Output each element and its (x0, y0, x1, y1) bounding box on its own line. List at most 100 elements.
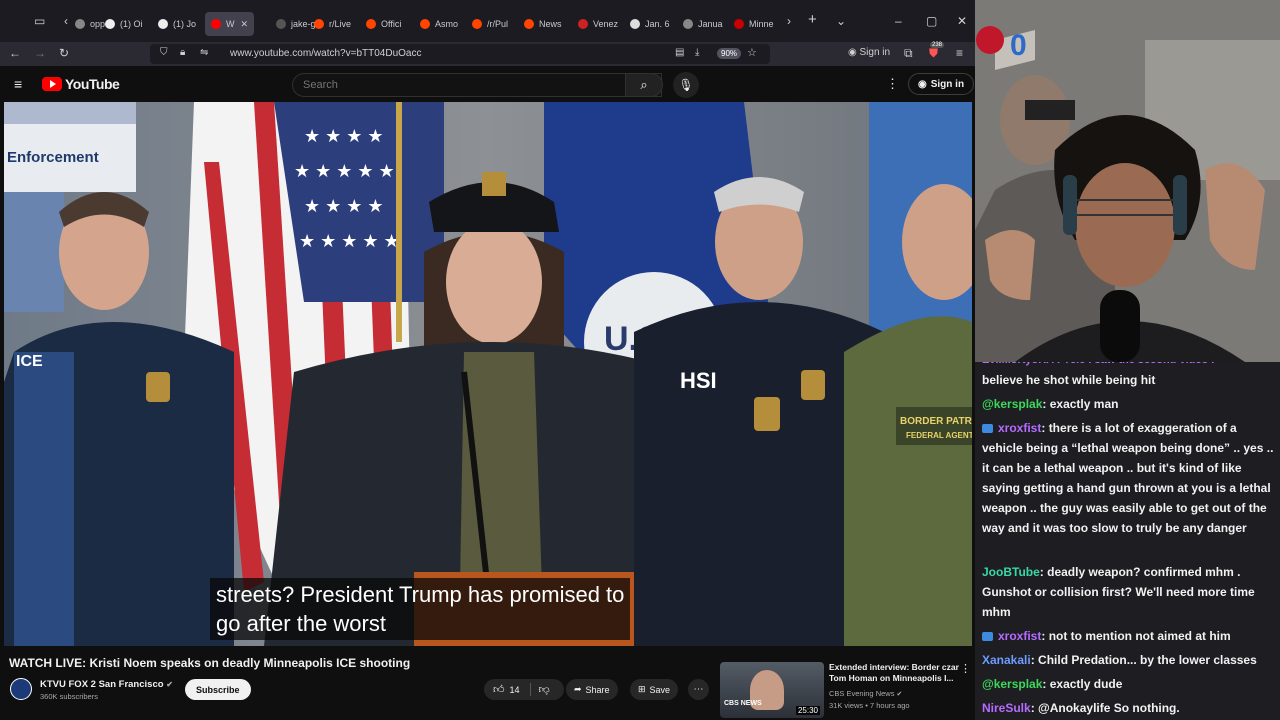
youtube-sign-in-button[interactable]: ◉ Sign in (908, 73, 975, 95)
minimize-icon[interactable]: – (895, 14, 902, 28)
lock-icon[interactable]: 🔒︎ (180, 47, 185, 58)
tab-list-chevron-down-icon[interactable]: ⌄ (836, 14, 846, 28)
recommended-channel[interactable]: CBS Evening News ✔︎ (829, 689, 902, 698)
chat-username[interactable]: JooBTube (982, 565, 1040, 579)
browser-tab[interactable]: (1) Jo (158, 12, 196, 36)
video-duration: 25:30 (795, 706, 820, 715)
close-tab-icon[interactable]: ✕ (241, 19, 249, 30)
border-patrol-text: BORDER PATROL (900, 416, 972, 427)
ublock-icon[interactable]: ⛊ (929, 46, 938, 61)
share-label: Share (585, 684, 610, 695)
channel-name[interactable]: KTVU FOX 2 San Francisco ✔︎ (40, 679, 173, 690)
save-label: Save (649, 684, 671, 695)
address-bar[interactable]: ⛉ 🔒︎ ⇋ www.youtube.com/watch?v=bTT04DuOa… (150, 44, 770, 64)
tab-favicon-icon (630, 19, 640, 29)
browser-tab[interactable]: (1) Oi (105, 12, 143, 36)
zoom-level-badge[interactable]: 90% (717, 48, 742, 59)
tab-favicon-icon (314, 19, 324, 29)
browser-tab[interactable]: Asmo (420, 12, 458, 36)
chat-username[interactable]: @kersplak (982, 677, 1042, 691)
save-button[interactable]: ⊞ Save (630, 679, 679, 700)
tab-favicon-icon (683, 19, 693, 29)
browser-tab-label: News (539, 19, 562, 29)
browser-tab[interactable]: News (524, 12, 562, 36)
thumbs-down-icon[interactable]: 👎︎ (539, 683, 550, 696)
tab-overview-icon[interactable]: ▭ (34, 14, 45, 28)
chat-username[interactable]: Xanakali (982, 653, 1031, 667)
chat-message-text: : @Anokaylife So nothing. (1030, 701, 1180, 715)
hamburger-menu-icon[interactable]: ≡ (956, 46, 963, 60)
tab-favicon-icon (211, 19, 221, 29)
caption-line-2: go after the worst (216, 611, 386, 636)
browser-tab-label: opp (90, 19, 106, 29)
back-arrow-icon[interactable]: ← (9, 46, 21, 60)
shield-icon[interactable]: ⛉ (160, 47, 168, 58)
tab-favicon-icon (524, 19, 534, 29)
bookmark-star-icon[interactable]: ☆ (747, 46, 757, 59)
chat-message: JooBTube: deadly weapon? confirmed mhm .… (982, 562, 1277, 622)
url-text[interactable]: www.youtube.com/watch?v=bTT04DuOacc (230, 48, 421, 59)
browser-sign-in[interactable]: ◉ Sign in (848, 47, 890, 58)
settings-kebab-icon[interactable]: ⋮ (886, 76, 899, 92)
search-box (292, 73, 662, 97)
chat-username[interactable]: NireSulk (982, 701, 1031, 715)
search-button[interactable]: ⌕ (625, 73, 663, 97)
microphone-icon: 🎙︎ (678, 78, 694, 92)
search-input[interactable] (293, 74, 613, 96)
permissions-icon[interactable]: ⇋ (200, 47, 208, 58)
youtube-logo[interactable]: YouTube (42, 76, 120, 92)
share-arrow-icon: ➦ (574, 684, 582, 694)
browser-tab-label: Jan. 6 (645, 19, 670, 29)
live-chat: EvilMortyoRA : Yele I saw the second vid… (975, 362, 1280, 720)
chat-username[interactable]: xroxfist (998, 629, 1041, 643)
browser-tab[interactable]: Offici (366, 12, 401, 36)
video-player[interactable]: Enforcement ★ ★ ★ ★ ★ ★ ★ ★ ★ ★ ★ ★ ★ ★ … (4, 102, 972, 646)
chat-message: Xanakali: Child Predation... by the lowe… (982, 650, 1277, 670)
recommended-video-thumbnail[interactable]: CBS NEWS 25:30 (720, 662, 824, 718)
browser-tab[interactable]: Janua (683, 12, 723, 36)
browser-tab[interactable]: Minne (734, 12, 774, 36)
more-horizontal-icon: ⋯ (693, 684, 704, 695)
tab-favicon-icon (366, 19, 376, 29)
download-icon[interactable]: ⤓ (695, 47, 699, 58)
chat-username[interactable]: @kersplak (982, 397, 1042, 411)
browser-tab[interactable]: /r/Pul (472, 12, 508, 36)
tab-favicon-icon (158, 19, 168, 29)
guide-menu-icon[interactable]: ≡ (14, 76, 22, 92)
share-button[interactable]: ➦ Share (566, 679, 618, 700)
reader-view-icon[interactable]: ▤ (675, 47, 684, 58)
thumbs-up-icon[interactable]: 👍︎ (493, 683, 505, 696)
tab-scroll-right-icon[interactable]: › (787, 14, 791, 28)
youtube-logo-text: YouTube (65, 76, 120, 92)
browser-tab[interactable]: W ✕ (205, 12, 255, 36)
browser-tab[interactable]: jake-g (276, 12, 316, 36)
recommended-video-title[interactable]: Extended interview: Border czar Tom Homa… (829, 662, 959, 684)
svg-text:0: 0 (1010, 29, 1027, 62)
reload-icon[interactable]: ↻ (59, 46, 69, 60)
close-window-icon[interactable]: ✕ (957, 14, 967, 28)
channel-avatar[interactable] (10, 678, 32, 700)
browser-tab[interactable]: opp (75, 12, 105, 36)
chat-message: @kersplak: exactly man (982, 394, 1277, 414)
subscribe-button[interactable]: Subscribe (185, 679, 251, 700)
chat-message: xroxfist: not to mention not aimed at hi… (982, 626, 1277, 646)
browser-tab-label: jake-g (291, 19, 316, 29)
forward-arrow-icon[interactable]: → (34, 46, 46, 60)
extensions-icon[interactable]: ⧉ (904, 46, 913, 61)
browser-tab[interactable]: Venez (578, 12, 618, 36)
red-icon (976, 26, 1004, 54)
voice-search-button[interactable]: 🎙︎ (673, 72, 699, 98)
browser-tab[interactable]: r/Live (314, 12, 351, 36)
new-tab-icon[interactable]: + (808, 11, 817, 28)
svg-text:★ ★ ★ ★: ★ ★ ★ ★ (304, 196, 384, 216)
maximize-icon[interactable]: ▢ (926, 14, 937, 28)
like-count[interactable]: 14 (510, 685, 520, 695)
youtube-sign-in-label: Sign in (930, 78, 965, 90)
tab-scroll-left-icon[interactable]: ‹ (64, 14, 68, 28)
more-actions-button[interactable]: ⋯ (688, 679, 709, 700)
search-icon: ⌕ (640, 77, 648, 92)
chat-message: @kersplak: exactly dude (982, 674, 1277, 694)
recommended-more-icon[interactable]: ⋮ (960, 662, 971, 675)
chat-username[interactable]: xroxfist (998, 421, 1041, 435)
browser-tab[interactable]: Jan. 6 (630, 12, 670, 36)
